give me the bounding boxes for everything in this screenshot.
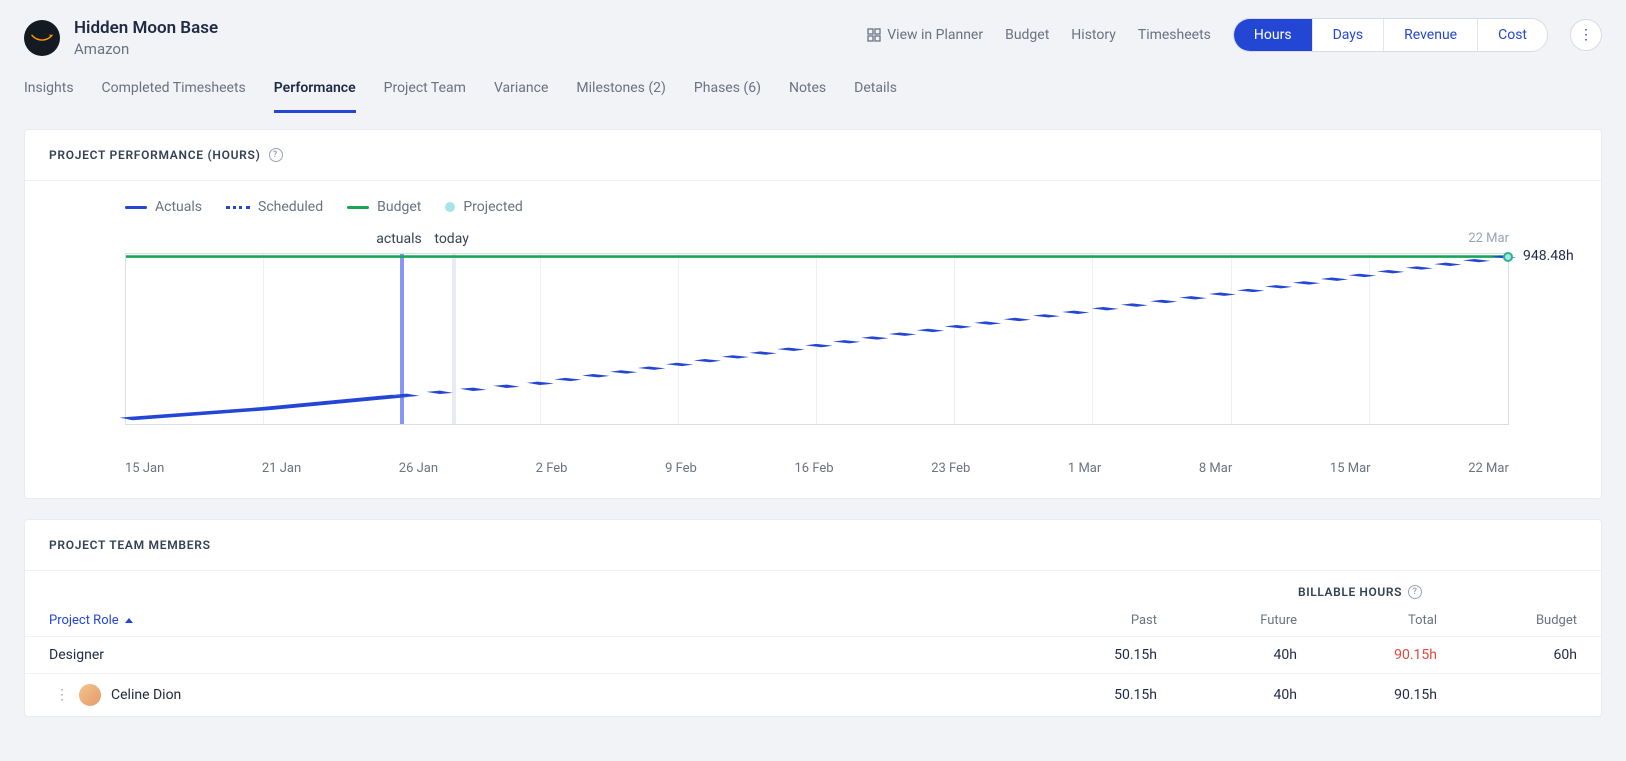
actuals-line <box>126 396 400 419</box>
team-member-row: ⋮ Celine Dion 50.15h 40h 90.15h <box>25 673 1601 716</box>
cell-total: 90.15h <box>1297 647 1437 663</box>
cell-future: 40h <box>1157 647 1297 663</box>
x-tick: 2 Feb <box>536 461 568 476</box>
budget-link[interactable]: Budget <box>1005 27 1049 43</box>
team-card: PROJECT TEAM MEMBERS BILLABLE HOURS ? Pr… <box>24 519 1602 717</box>
team-role-row: Designer 50.15h 40h 90.15h 60h <box>25 636 1601 673</box>
chart-x-axis: 15 Jan 21 Jan 26 Jan 2 Feb 9 Feb 16 Feb … <box>33 455 1593 476</box>
client-name: Amazon <box>74 40 218 58</box>
legend-projected-swatch <box>445 202 455 212</box>
legend-actuals-label: Actuals <box>155 199 202 215</box>
performance-title: PROJECT PERFORMANCE (HOURS) <box>49 148 261 162</box>
chart-legend: Actuals Scheduled Budget Projected <box>33 199 1593 225</box>
performance-chart: actuals today 22 Mar <box>125 225 1509 455</box>
tab-performance[interactable]: Performance <box>274 80 356 113</box>
tab-notes[interactable]: Notes <box>789 80 826 113</box>
sort-project-role[interactable]: Project Role <box>49 613 1017 628</box>
x-tick: 9 Feb <box>665 461 697 476</box>
view-toggle: Hours Days Revenue Cost <box>1233 18 1548 52</box>
tab-project-team[interactable]: Project Team <box>384 80 466 113</box>
tab-completed-timesheets[interactable]: Completed Timesheets <box>102 80 246 113</box>
team-title: PROJECT TEAM MEMBERS <box>49 538 211 552</box>
ellipsis-vertical-icon: ⋮ <box>1579 27 1593 43</box>
client-logo <box>24 20 60 56</box>
tab-milestones[interactable]: Milestones (2) <box>576 80 666 113</box>
x-tick: 22 Mar <box>1468 461 1509 476</box>
timesheets-link[interactable]: Timesheets <box>1138 27 1211 43</box>
legend-actuals-swatch <box>125 206 147 209</box>
x-tick: 26 Jan <box>399 461 438 476</box>
x-tick: 21 Jan <box>262 461 301 476</box>
view-cost[interactable]: Cost <box>1478 19 1547 51</box>
help-icon[interactable]: ? <box>269 148 283 162</box>
view-revenue[interactable]: Revenue <box>1384 19 1478 51</box>
more-menu-button[interactable]: ⋮ <box>1570 19 1602 51</box>
col-budget[interactable]: Budget <box>1437 613 1577 628</box>
cell-past: 50.15h <box>1017 687 1157 703</box>
legend-projected-label: Projected <box>463 199 522 215</box>
cell-future: 40h <box>1157 687 1297 703</box>
x-tick: 15 Jan <box>125 461 164 476</box>
help-icon[interactable]: ? <box>1408 585 1422 599</box>
role-label: Designer <box>49 647 1017 663</box>
chart-end-date: 22 Mar <box>1468 231 1509 246</box>
legend-scheduled-swatch <box>226 206 250 209</box>
avatar <box>79 684 101 706</box>
project-title: Hidden Moon Base <box>74 18 218 38</box>
col-past[interactable]: Past <box>1017 613 1157 628</box>
x-tick: 16 Feb <box>794 461 833 476</box>
col-total[interactable]: Total <box>1297 613 1437 628</box>
scheduled-line <box>400 257 1508 396</box>
legend-budget-label: Budget <box>377 199 421 215</box>
chevron-up-icon <box>125 618 133 623</box>
col-future[interactable]: Future <box>1157 613 1297 628</box>
x-tick: 23 Feb <box>931 461 970 476</box>
sub-tabs: Insights Completed Timesheets Performanc… <box>0 58 1626 113</box>
x-tick: 15 Mar <box>1330 461 1371 476</box>
tab-variance[interactable]: Variance <box>494 80 548 113</box>
row-menu-button[interactable]: ⋮ <box>55 687 69 703</box>
legend-budget-swatch <box>347 206 369 209</box>
member-name: Celine Dion <box>111 687 181 703</box>
x-tick: 1 Mar <box>1068 461 1101 476</box>
legend-scheduled-label: Scheduled <box>258 199 323 215</box>
actuals-marker-label: actuals <box>376 231 422 247</box>
view-days[interactable]: Days <box>1313 19 1385 51</box>
performance-card: PROJECT PERFORMANCE (HOURS) ? Actuals Sc… <box>24 129 1602 499</box>
tab-insights[interactable]: Insights <box>24 80 74 113</box>
grid-icon <box>867 28 881 42</box>
tab-phases[interactable]: Phases (6) <box>694 80 761 113</box>
tab-details[interactable]: Details <box>854 80 897 113</box>
view-hours[interactable]: Hours <box>1234 19 1313 51</box>
projected-end-point <box>1503 252 1513 262</box>
cell-total: 90.15h <box>1297 687 1437 703</box>
view-in-planner-link[interactable]: View in Planner <box>867 27 983 43</box>
chart-end-value: 948.48h <box>1523 248 1574 264</box>
x-tick: 8 Mar <box>1199 461 1232 476</box>
cell-budget: 60h <box>1437 647 1577 663</box>
cell-past: 50.15h <box>1017 647 1157 663</box>
history-link[interactable]: History <box>1071 27 1116 43</box>
billable-hours-header: BILLABLE HOURS <box>1298 585 1402 599</box>
today-marker-label: today <box>434 231 468 247</box>
